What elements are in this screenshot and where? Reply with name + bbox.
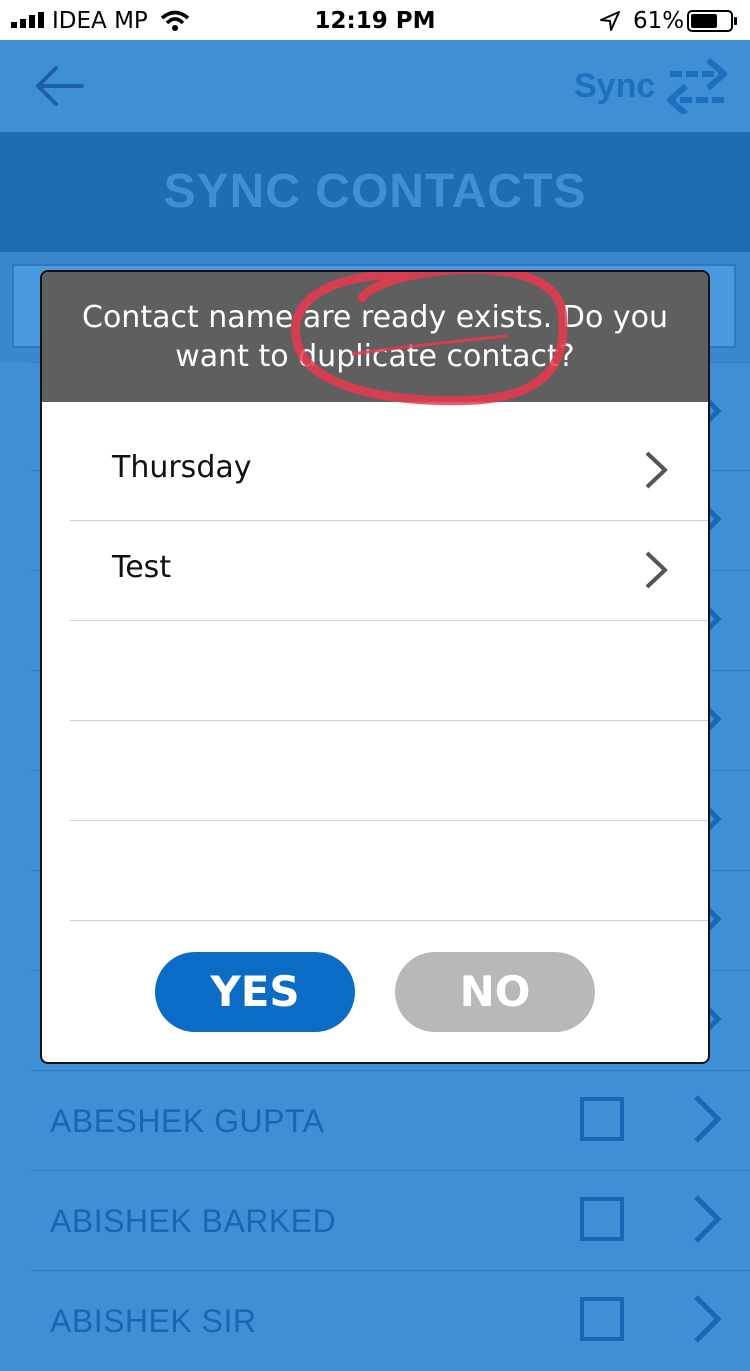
contact-checkbox[interactable] — [580, 1297, 624, 1341]
location-arrow-icon — [600, 11, 620, 31]
contact-row[interactable]: ABESHEK GUPTA — [30, 1070, 750, 1171]
contact-name: ABISHEK BARKED — [50, 1203, 337, 1239]
swap-arrows-icon[interactable] — [664, 56, 730, 114]
contact-name: ABISHEK SIR — [50, 1303, 257, 1339]
dialog-empty-row — [70, 720, 708, 821]
dialog-contact-label: Thursday — [112, 450, 252, 485]
dialog-contact-label: Test — [112, 550, 172, 585]
chevron-right-icon[interactable] — [690, 1293, 724, 1345]
contact-checkbox[interactable] — [580, 1097, 624, 1141]
battery-percent: 61% — [633, 8, 685, 34]
contact-name: ABESHEK GUPTA — [50, 1103, 325, 1139]
battery-icon — [687, 10, 737, 32]
contact-row[interactable]: ABISHEK BARKED — [30, 1170, 750, 1271]
duplicate-contact-dialog: Contact name are ready exists. Do you wa… — [40, 270, 710, 1064]
yes-button[interactable]: YES — [155, 952, 355, 1032]
chevron-right-icon — [645, 551, 668, 589]
contact-checkbox[interactable] — [580, 1197, 624, 1241]
sync-button[interactable]: Sync — [574, 67, 655, 106]
dialog-contact-item[interactable]: Test — [70, 520, 708, 621]
dialog-header: Contact name are ready exists. Do you wa… — [42, 272, 708, 406]
no-button[interactable]: NO — [395, 952, 595, 1032]
contact-row[interactable]: ABISHEK SIR — [30, 1270, 750, 1371]
nav-bar: Sync — [0, 40, 750, 132]
status-bar: IDEA MP 12:19 PM 61% — [0, 0, 750, 40]
chevron-right-icon[interactable] — [690, 1093, 724, 1145]
dialog-contact-item[interactable]: Thursday — [70, 420, 708, 521]
chevron-right-icon — [645, 451, 668, 489]
dialog-empty-row — [70, 820, 708, 921]
dialog-empty-row — [70, 620, 708, 721]
page-title: SYNC CONTACTS — [163, 165, 587, 218]
title-band: SYNC CONTACTS — [0, 132, 750, 252]
red-circle-annotation — [291, 272, 568, 406]
arrow-left-icon[interactable] — [30, 60, 90, 112]
chevron-right-icon[interactable] — [690, 1193, 724, 1245]
